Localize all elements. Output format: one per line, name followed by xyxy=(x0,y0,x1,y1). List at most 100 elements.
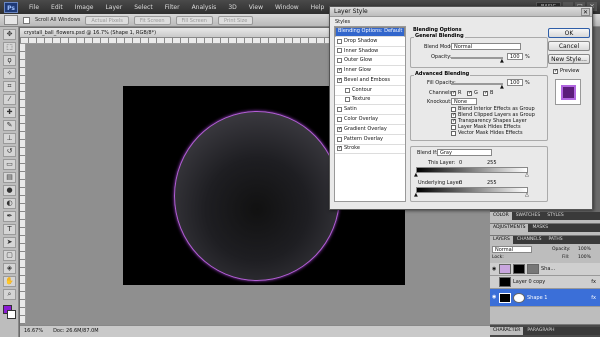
menu-filter[interactable]: Filter xyxy=(159,4,186,11)
tab-color[interactable]: COLOR xyxy=(490,212,512,220)
layer-mask-hides-checkbox[interactable] xyxy=(451,125,456,130)
marquee-tool-icon[interactable]: ⬚ xyxy=(3,42,16,53)
menu-select[interactable]: Select xyxy=(128,4,159,11)
channel-r-checkbox[interactable]: ✓ xyxy=(451,91,456,96)
cancel-button[interactable]: Cancel xyxy=(548,41,590,51)
style-satin[interactable]: Satin xyxy=(335,105,405,116)
preview-checkbox[interactable]: ✓ xyxy=(553,69,558,74)
fill-opacity-input[interactable]: 100 xyxy=(507,79,523,86)
tab-masks[interactable]: MASKS xyxy=(529,224,551,232)
zoom-tool-icon[interactable]: ⌕ xyxy=(3,289,16,300)
eye-icon[interactable]: ◉ xyxy=(492,266,497,272)
transparency-shapes-checkbox[interactable]: ✓ xyxy=(451,119,456,124)
style-drop-shadow[interactable]: Drop Shadow xyxy=(335,37,405,47)
background-color-swatch[interactable] xyxy=(7,310,16,319)
3d-tool-icon[interactable]: ◈ xyxy=(3,263,16,274)
print-size-button[interactable]: Print Size xyxy=(217,15,254,25)
menu-layer[interactable]: Layer xyxy=(99,4,128,11)
move-tool-icon[interactable]: ✥ xyxy=(3,29,16,40)
this-layer-gradient[interactable] xyxy=(416,167,528,173)
dodge-tool-icon[interactable]: ◐ xyxy=(3,198,16,209)
history-brush-tool-icon[interactable]: ↺ xyxy=(3,146,16,157)
menu-help[interactable]: Help xyxy=(305,4,331,11)
menu-view[interactable]: View xyxy=(243,4,269,11)
shape-tool-icon[interactable]: ▢ xyxy=(3,250,16,261)
knockout-select[interactable]: None xyxy=(451,98,477,105)
bevel-emboss-checkbox[interactable]: ✓ xyxy=(337,77,342,83)
eye-icon[interactable]: ◉ xyxy=(492,295,497,300)
tab-character[interactable]: CHARACTER xyxy=(490,327,524,335)
hand-tool-icon[interactable]: ✋ xyxy=(3,276,16,287)
style-inner-glow[interactable]: ✓ Inner Glow xyxy=(335,66,405,76)
type-tool-icon[interactable]: T xyxy=(3,224,16,235)
tab-styles[interactable]: STYLES xyxy=(544,212,567,220)
drop-shadow-checkbox[interactable] xyxy=(337,38,342,44)
brush-tool-icon[interactable]: ✎ xyxy=(3,120,16,131)
inner-shadow-checkbox[interactable] xyxy=(337,48,342,54)
fill-opacity-slider[interactable] xyxy=(451,83,503,85)
style-stroke[interactable]: ✓ Stroke xyxy=(335,145,405,155)
texture-checkbox[interactable] xyxy=(345,97,350,103)
underlying-white-handle[interactable]: △ xyxy=(525,192,529,198)
channel-g-checkbox[interactable]: ✓ xyxy=(467,91,472,96)
scroll-all-checkbox[interactable] xyxy=(23,16,30,24)
fx-icon[interactable]: fx xyxy=(591,279,596,285)
inner-glow-checkbox[interactable]: ✓ xyxy=(337,68,342,74)
eye-icon[interactable] xyxy=(492,280,497,285)
opacity-input[interactable]: 100 xyxy=(507,53,523,60)
fit-screen-button[interactable]: Fit Screen xyxy=(133,15,171,25)
healing-tool-icon[interactable]: ✚ xyxy=(3,107,16,118)
eraser-tool-icon[interactable]: ▭ xyxy=(3,159,16,170)
style-blending-options[interactable]: Blending Options: Default xyxy=(335,27,405,37)
gradient-tool-icon[interactable]: ▤ xyxy=(3,172,16,183)
layer-row-active[interactable]: ◉ Shape 1 fx xyxy=(490,289,600,307)
stroke-checkbox[interactable]: ✓ xyxy=(337,146,342,152)
crop-tool-icon[interactable]: ⌗ xyxy=(3,81,16,92)
styles-header[interactable]: Styles xyxy=(335,19,350,25)
fill-screen-button[interactable]: Fill Screen xyxy=(175,15,213,25)
layer-opacity-value[interactable]: 100% xyxy=(578,247,591,252)
fill-opacity-slider-handle[interactable]: ▲ xyxy=(500,84,504,90)
channel-b-checkbox[interactable]: ✓ xyxy=(483,91,488,96)
underlying-black-handle[interactable]: ▲ xyxy=(414,192,418,198)
lasso-tool-icon[interactable]: ϙ xyxy=(3,55,16,66)
style-color-overlay[interactable]: Color Overlay xyxy=(335,115,405,125)
gradient-overlay-checkbox[interactable]: ✓ xyxy=(337,126,342,132)
menu-analysis[interactable]: Analysis xyxy=(186,4,223,11)
layer-fill-value[interactable]: 100% xyxy=(578,255,591,260)
style-pattern-overlay[interactable]: Pattern Overlay xyxy=(335,135,405,145)
layer-row[interactable]: Layer 0 copy fx xyxy=(490,276,600,289)
layer-blend-mode-select[interactable]: Normal xyxy=(492,246,532,253)
style-gradient-overlay[interactable]: ✓ Gradient Overlay xyxy=(335,125,405,135)
blend-if-select[interactable]: Gray xyxy=(437,149,492,156)
pen-tool-icon[interactable]: ✒ xyxy=(3,211,16,222)
menu-window[interactable]: Window xyxy=(269,4,305,11)
path-select-tool-icon[interactable]: ➤ xyxy=(3,237,16,248)
magic-wand-tool-icon[interactable]: ✧ xyxy=(3,68,16,79)
style-inner-shadow[interactable]: Inner Shadow xyxy=(335,47,405,57)
menu-image[interactable]: Image xyxy=(69,4,100,11)
actual-pixels-button[interactable]: Actual Pixels xyxy=(85,15,129,25)
hand-tool-preset[interactable] xyxy=(4,15,18,25)
opacity-slider[interactable] xyxy=(451,57,503,59)
dialog-close-icon[interactable]: ✕ xyxy=(581,8,590,16)
menu-edit[interactable]: Edit xyxy=(45,4,69,11)
zoom-level[interactable]: 16.67% xyxy=(24,326,43,337)
opacity-slider-handle[interactable]: ▲ xyxy=(500,58,504,64)
style-texture[interactable]: Texture xyxy=(335,96,405,106)
vector-mask-hides-checkbox[interactable] xyxy=(451,131,456,136)
this-layer-white-handle[interactable]: △ xyxy=(525,172,529,178)
menu-3d[interactable]: 3D xyxy=(222,4,242,11)
color-overlay-checkbox[interactable] xyxy=(337,117,342,123)
underlying-gradient[interactable] xyxy=(416,187,528,193)
stamp-tool-icon[interactable]: ⊥ xyxy=(3,133,16,144)
tab-adjustments[interactable]: ADJUSTMENTS xyxy=(490,224,529,232)
fx-icon[interactable]: fx xyxy=(591,295,596,301)
tab-channels[interactable]: CHANNELS xyxy=(514,236,545,244)
menu-file[interactable]: File xyxy=(23,4,45,11)
tab-layers[interactable]: LAYERS xyxy=(490,236,513,244)
tab-paragraph[interactable]: PARAGRAPH xyxy=(524,327,557,335)
new-style-button[interactable]: New Style... xyxy=(548,54,590,64)
ok-button[interactable]: OK xyxy=(548,28,590,38)
tab-paths[interactable]: PATHS xyxy=(545,236,565,244)
